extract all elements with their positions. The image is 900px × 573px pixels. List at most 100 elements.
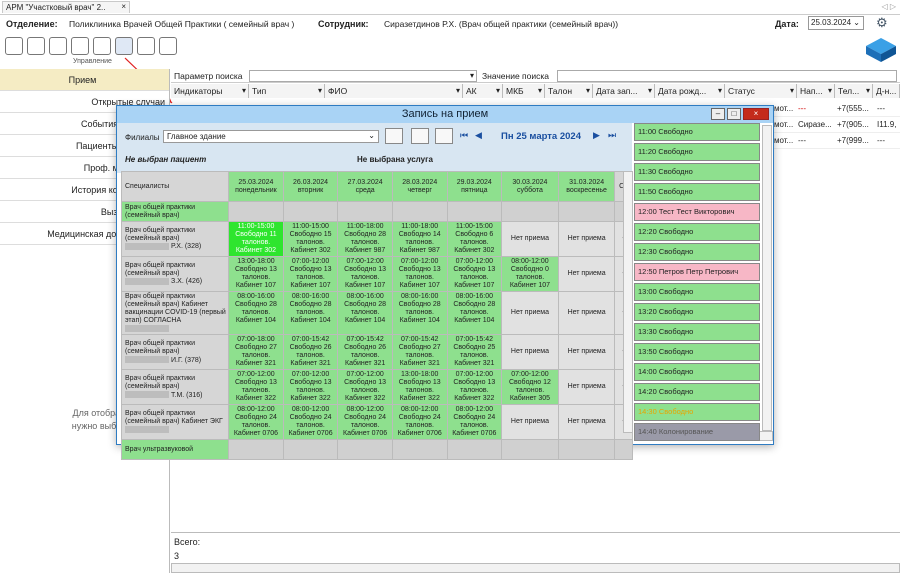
schedule-cell[interactable]: 08:00-12:00 Свободно 0 талонов. Кабинет … (501, 256, 559, 292)
day-header[interactable]: 30.03.2024 суббота (501, 171, 559, 202)
schedule-cell[interactable]: Нет приема (557, 221, 616, 257)
time-slot[interactable]: 12:30 Свободно (634, 243, 760, 261)
time-slot[interactable]: 11:00 Свободно (634, 123, 760, 141)
schedule-cell[interactable]: Нет приема (557, 334, 616, 371)
trash-icon[interactable] (93, 37, 111, 55)
app-tab[interactable]: АРМ "Участковый врач" 2.. × (2, 1, 130, 13)
users-icon[interactable] (5, 37, 23, 55)
schedule-cell[interactable]: 11:00-15:00 Свободно 15 талонов. Кабинет… (282, 221, 339, 257)
schedule-cell[interactable]: Нет приема (501, 404, 559, 441)
schedule-cell[interactable]: 08:00-12:00 Свободно 24 талонов. Кабинет… (282, 404, 339, 441)
maximize-icon[interactable]: □ (727, 108, 741, 120)
table-row[interactable]: мот... --- +7(999... --- (774, 133, 900, 149)
nav-item-priem[interactable]: Прием (0, 69, 169, 91)
first-page-icon[interactable]: ⏮ (460, 130, 468, 141)
specialist-name[interactable]: Врач общей практики (семейный врач) Каби… (120, 404, 230, 441)
day-header[interactable]: 29.03.2024 пятница (446, 171, 503, 202)
time-slot[interactable]: 13:00 Свободно (634, 283, 760, 301)
specialist-name[interactable]: Врач общей практики (семейный врач) З.Х. … (120, 256, 230, 292)
specialist-name[interactable]: Врач общей практики (семейный врач) Т.М. … (120, 369, 230, 406)
time-slot[interactable]: 11:50 Свободно (634, 183, 760, 201)
slots-scrollbar[interactable] (762, 125, 772, 431)
clear-icon[interactable] (411, 128, 429, 144)
time-slot[interactable]: 13:20 Свободно (634, 303, 760, 321)
schedule-cell[interactable]: Нет приема (557, 369, 616, 406)
schedule-cell[interactable]: 11:00-15:00 Свободно 6 талонов. Кабинет … (446, 221, 503, 257)
schedule-cell[interactable]: 07:00-15:42 Свободно 25 талонов. Кабинет… (446, 334, 503, 371)
specialist-name[interactable]: Врач общей практики (семейный врач) Каби… (120, 290, 230, 336)
archive-icon[interactable] (137, 37, 155, 55)
calendar-icon[interactable] (435, 128, 453, 144)
schedule-icon[interactable] (115, 37, 133, 55)
search-param-select[interactable] (249, 70, 477, 82)
schedule-cell[interactable]: 11:00-15:00 Свободно 11 талонов. Кабинет… (228, 221, 284, 257)
schedule-cell[interactable]: 07:00-12:00 Свободно 13 талонов. Кабинет… (228, 369, 284, 406)
schedule-cell[interactable]: 13:00-18:00 Свободно 13 талонов. Кабинет… (391, 369, 448, 406)
schedule-cell[interactable]: 07:00-18:00 Свободно 27 талонов. Кабинет… (228, 334, 284, 371)
time-slot[interactable]: 14:40 Колонирование (634, 423, 760, 441)
col-record-date[interactable]: Дата зап... (593, 84, 655, 98)
schedule-cell[interactable]: 07:00-12:00 Свободно 13 талонов. Кабинет… (446, 256, 503, 292)
schedule-cell[interactable]: Нет приема (501, 290, 559, 336)
col-referral[interactable]: Нап... (797, 84, 835, 98)
day-header[interactable]: 25.03.2024 понедельник (228, 171, 284, 202)
schedule-cell[interactable]: 07:00-15:42 Свободно 26 талонов. Кабинет… (282, 334, 339, 371)
schedule-cell[interactable]: 08:00-16:00 Свободно 28 талонов. Кабинет… (446, 290, 503, 336)
col-ak[interactable]: АК (463, 84, 503, 98)
minimize-icon[interactable]: – (711, 108, 725, 120)
refresh-icon[interactable] (385, 128, 403, 144)
schedule-cell[interactable]: 07:00-12:00 Свободно 13 талонов. Кабинет… (282, 369, 339, 406)
time-slot[interactable]: 12:50 Петров Петр Петрович (634, 263, 760, 281)
time-slot[interactable]: 13:50 Свободно (634, 343, 760, 361)
last-page-icon[interactable]: ⏭ (608, 130, 616, 141)
gear-icon[interactable]: ⚙ (876, 15, 888, 31)
schedule-cell[interactable]: 08:00-12:00 Свободно 24 талонов. Кабинет… (228, 404, 284, 441)
time-slot[interactable]: 14:20 Свободно (634, 383, 760, 401)
date-picker[interactable]: 25.03.2024 ⌄ (808, 16, 864, 30)
col-talon[interactable]: Талон (545, 84, 593, 98)
col-dn[interactable]: Д-н... (873, 84, 900, 98)
col-phone[interactable]: Тел... (835, 84, 873, 98)
time-slot[interactable]: 13:30 Свободно (634, 323, 760, 341)
col-mkb[interactable]: МКБ (503, 84, 545, 98)
col-indicators[interactable]: Индикаторы (171, 84, 249, 98)
time-slot[interactable]: 14:30 Свободно (634, 403, 760, 421)
day-header[interactable]: 27.03.2024 среда (337, 171, 393, 202)
time-slot[interactable]: 11:20 Свободно (634, 143, 760, 161)
specialist-name[interactable]: Врач общей практики (семейный врач) И.Г. … (120, 334, 230, 371)
time-slot[interactable]: 11:30 Свободно (634, 163, 760, 181)
schedule-cell[interactable]: 11:00-18:00 Свободно 28 талонов. Кабинет… (337, 221, 393, 257)
prev-icon[interactable]: ◀ (475, 130, 482, 141)
table-row[interactable]: мот... --- +7(555... --- (774, 101, 900, 117)
schedule-cell[interactable]: 08:00-12:00 Свободно 24 талонов. Кабинет… (391, 404, 448, 441)
time-slot[interactable]: 12:00 Тест Тест Викторович (634, 203, 760, 221)
search-value-input[interactable] (557, 70, 897, 82)
schedule-cell[interactable]: 07:00-12:00 Свободно 13 талонов. Кабинет… (337, 256, 393, 292)
filial-select[interactable]: Главное здание ⌄ (163, 130, 379, 143)
schedule-cell[interactable]: Нет приема (557, 290, 616, 336)
horizontal-scrollbar[interactable] (171, 563, 900, 573)
schedule-cell[interactable]: Нет приема (501, 221, 559, 257)
close-icon[interactable]: × (743, 108, 769, 120)
schedule-cell[interactable]: 07:00-12:00 Свободно 13 талонов. Кабинет… (282, 256, 339, 292)
schedule-cell[interactable]: 08:00-12:00 Свободно 24 талонов. Кабинет… (337, 404, 393, 441)
schedule-cell[interactable]: 07:00-12:00 Свободно 13 талонов. Кабинет… (391, 256, 448, 292)
schedule-cell[interactable]: 13:00-18:00 Свободно 13 талонов. Кабинет… (228, 256, 284, 292)
col-type[interactable]: Тип (249, 84, 325, 98)
document-icon[interactable] (27, 37, 45, 55)
schedule-cell[interactable]: 08:00-16:00 Свободно 28 талонов. Кабинет… (228, 290, 284, 336)
schedule-cell[interactable]: 08:00-16:00 Свободно 28 талонов. Кабинет… (282, 290, 339, 336)
specialist-name[interactable]: Врач общей практики (семейный врач) Р.Х. … (120, 221, 230, 257)
schedule-cell[interactable]: 08:00-12:00 Свободно 24 талонов. Кабинет… (446, 404, 503, 441)
col-birth-date[interactable]: Дата рожд... (655, 84, 725, 98)
day-header[interactable]: 28.03.2024 четверг (391, 171, 448, 202)
time-slot[interactable]: 12:20 Свободно (634, 223, 760, 241)
schedule-cell[interactable]: 07:00-12:00 Свободно 12 талонов. Кабинет… (501, 369, 559, 406)
time-slot[interactable]: 14:00 Свободно (634, 363, 760, 381)
schedule-cell[interactable]: 07:00-15:42 Свободно 26 талонов. Кабинет… (337, 334, 393, 371)
schedule-cell[interactable]: 07:00-12:00 Свободно 13 талонов. Кабинет… (337, 369, 393, 406)
schedule-cell[interactable]: 11:00-18:00 Свободно 14 талонов. Кабинет… (391, 221, 448, 257)
edit-icon[interactable] (71, 37, 89, 55)
table-row[interactable]: мот... Сиразе... +7(905... I11.9, (774, 117, 900, 133)
schedule-cell[interactable]: 08:00-16:00 Свободно 28 талонов. Кабинет… (337, 290, 393, 336)
